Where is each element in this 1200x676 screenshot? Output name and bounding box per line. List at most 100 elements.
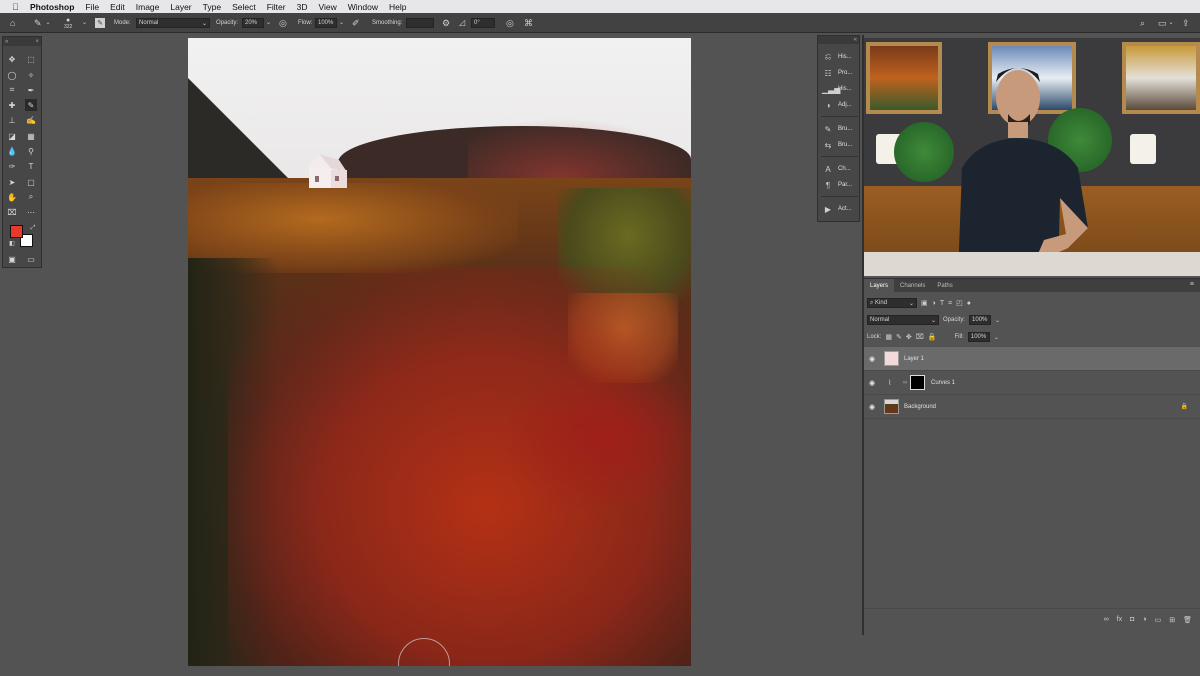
smoothing-field[interactable] <box>406 18 434 28</box>
layer-opacity-field[interactable]: 100% <box>969 315 992 325</box>
move-tool-icon[interactable]: ✥ <box>6 53 18 65</box>
type-tool-icon[interactable]: T <box>25 160 37 172</box>
menu-filter[interactable]: Filter <box>267 2 286 12</box>
fill-chevron-icon[interactable]: ⌄ <box>994 334 999 341</box>
layer-row-background[interactable]: ◉ Background 🔒 <box>864 395 1200 419</box>
brush-size-picker[interactable]: ● 322 <box>64 13 72 33</box>
healing-brush-tool-icon[interactable]: ✚ <box>6 99 18 111</box>
mode-select[interactable]: Normal ⌄ <box>136 18 210 28</box>
dock-character[interactable]: A Ch... <box>822 163 850 175</box>
opacity-field[interactable]: 20% <box>242 18 264 28</box>
dock-actions[interactable]: ▶ Act... <box>822 203 852 215</box>
brush-tool-preset-icon[interactable]: ✎ ⌄ <box>34 13 51 33</box>
home-icon[interactable]: ⌂ <box>10 13 15 33</box>
dock-properties[interactable]: ☷ Pro... <box>822 67 852 79</box>
gradient-tool-icon[interactable]: ▦ <box>25 130 37 142</box>
layer-row-layer-1[interactable]: ◉ Layer 1 <box>864 347 1200 371</box>
menu-edit[interactable]: Edit <box>110 2 125 12</box>
crop-tool-icon[interactable]: ⌗ <box>6 84 18 96</box>
tools-panel-header[interactable]: » × <box>3 37 41 46</box>
menu-help[interactable]: Help <box>389 2 406 12</box>
tab-layers[interactable]: Layers <box>864 279 895 292</box>
close-icon[interactable]: × <box>35 39 39 45</box>
panel-menu-icon[interactable]: ≡ <box>1190 281 1194 288</box>
layer-row-curves-1[interactable]: ◉ ⌇ ∞ Curves 1 <box>864 371 1200 395</box>
type-layer-filter-icon[interactable]: T <box>940 300 944 307</box>
collapse-icon[interactable]: » <box>5 39 8 45</box>
document-canvas[interactable] <box>188 38 691 666</box>
dock-history[interactable]: ⎌ His... <box>822 51 852 63</box>
new-group-icon[interactable]: ▭ <box>1155 616 1162 624</box>
lock-image-pixels-icon[interactable]: ✎ <box>896 334 902 341</box>
menu-type[interactable]: Type <box>203 2 221 12</box>
more-tools-icon[interactable]: ⋯ <box>25 206 37 218</box>
layer-mask-thumbnail[interactable] <box>910 375 925 390</box>
new-adjustment-layer-icon[interactable]: ◑ <box>1142 616 1146 623</box>
dock-adjustments[interactable]: ◑ Adj... <box>822 99 852 111</box>
eraser-tool-icon[interactable]: ◪ <box>6 130 18 142</box>
brush-panel-toggle-icon[interactable]: ✎ <box>95 13 105 33</box>
blur-tool-icon[interactable]: 💧 <box>6 145 18 157</box>
opacity-chevron-icon[interactable]: ⌄ <box>266 20 271 26</box>
dock-histogram[interactable]: ▁▃▅ His... <box>822 83 852 95</box>
lock-artboard-icon[interactable]: ⌧ <box>916 334 924 341</box>
pen-tool-icon[interactable]: ✑ <box>6 160 18 172</box>
airbrush-icon[interactable]: ✐ <box>352 13 360 33</box>
search-icon[interactable]: ⌕ <box>1140 13 1145 33</box>
dock-header[interactable]: « <box>818 36 859 44</box>
lock-transparent-pixels-icon[interactable]: ▦ <box>885 334 892 341</box>
artboard-tool-icon[interactable]: ⌧ <box>6 206 18 218</box>
screen-mode-icon[interactable]: ▭ <box>25 253 37 265</box>
menu-select[interactable]: Select <box>232 2 256 12</box>
menu-file[interactable]: File <box>85 2 99 12</box>
menu-image[interactable]: Image <box>136 2 160 12</box>
layer-opacity-chevron-icon[interactable]: ⌄ <box>995 317 1000 324</box>
quick-selection-tool-icon[interactable]: ✧ <box>25 69 37 81</box>
tab-paths[interactable]: Paths <box>931 279 958 292</box>
foreground-color-swatch[interactable] <box>10 225 23 238</box>
dock-brush-settings[interactable]: ✎ Bru... <box>822 123 853 135</box>
lock-all-icon[interactable]: 🔒 <box>928 334 937 341</box>
pressure-opacity-icon[interactable]: ◎ <box>279 13 287 33</box>
add-mask-icon[interactable]: ◘ <box>1130 616 1134 623</box>
zoom-tool-icon[interactable]: ⌕ <box>25 191 37 203</box>
hand-tool-icon[interactable]: ✋ <box>6 191 18 203</box>
marquee-tool-icon[interactable]: ⬚ <box>25 53 37 65</box>
lasso-tool-icon[interactable]: ◯ <box>6 69 18 81</box>
fill-field[interactable]: 100% <box>967 332 990 342</box>
layer-name[interactable]: Background <box>904 404 936 410</box>
shape-layer-filter-icon[interactable]: ⌗ <box>948 300 952 307</box>
flow-chevron-icon[interactable]: ⌄ <box>339 20 344 26</box>
link-layers-icon[interactable]: ∞ <box>1104 616 1109 623</box>
brush-tool-icon[interactable]: ✎ <box>25 99 37 111</box>
quick-mask-icon[interactable]: ▣ <box>6 253 18 265</box>
visibility-eye-icon[interactable]: ◉ <box>869 355 875 363</box>
path-selection-tool-icon[interactable]: ➤ <box>6 176 18 188</box>
default-colors-icon[interactable]: ◧ <box>6 237 18 249</box>
pixel-layer-filter-icon[interactable]: ▣ <box>921 300 928 307</box>
layer-name[interactable]: Curves 1 <box>931 380 955 386</box>
link-icon[interactable]: ∞ <box>903 380 907 386</box>
adjustment-layer-filter-icon[interactable]: ◑ <box>932 300 936 307</box>
layer-name[interactable]: Layer 1 <box>904 356 924 362</box>
menu-3d[interactable]: 3D <box>297 2 308 12</box>
layer-style-fx-icon[interactable]: fx <box>1117 616 1122 623</box>
dock-brushes[interactable]: ⇆ Bru... <box>822 139 853 151</box>
brush-size-chevron-icon[interactable]: ⌄ <box>82 13 87 33</box>
smoothing-settings-gear-icon[interactable]: ⚙ <box>442 13 450 33</box>
pressure-size-icon[interactable]: ◎ <box>506 13 514 33</box>
smart-object-filter-icon[interactable]: ◰ <box>956 300 963 307</box>
menu-window[interactable]: Window <box>348 2 378 12</box>
expand-icon[interactable]: « <box>854 37 857 43</box>
menu-app-name[interactable]: Photoshop <box>30 2 74 12</box>
menu-layer[interactable]: Layer <box>170 2 191 12</box>
eyedropper-tool-icon[interactable]: ✒ <box>25 84 37 96</box>
share-icon[interactable]: ⇪ <box>1182 13 1190 33</box>
visibility-eye-icon[interactable]: ◉ <box>869 379 875 387</box>
blend-mode-select[interactable]: Normal ⌄ <box>867 315 939 325</box>
apple-menu-icon[interactable]:  <box>12 2 22 12</box>
angle-field[interactable]: 0° <box>471 18 495 28</box>
rectangle-tool-icon[interactable]: ▢ <box>25 176 37 188</box>
symmetry-icon[interactable]: ⌘ <box>524 13 533 33</box>
layer-kind-filter[interactable]: ⌕ Kind ⌄ <box>867 298 917 308</box>
